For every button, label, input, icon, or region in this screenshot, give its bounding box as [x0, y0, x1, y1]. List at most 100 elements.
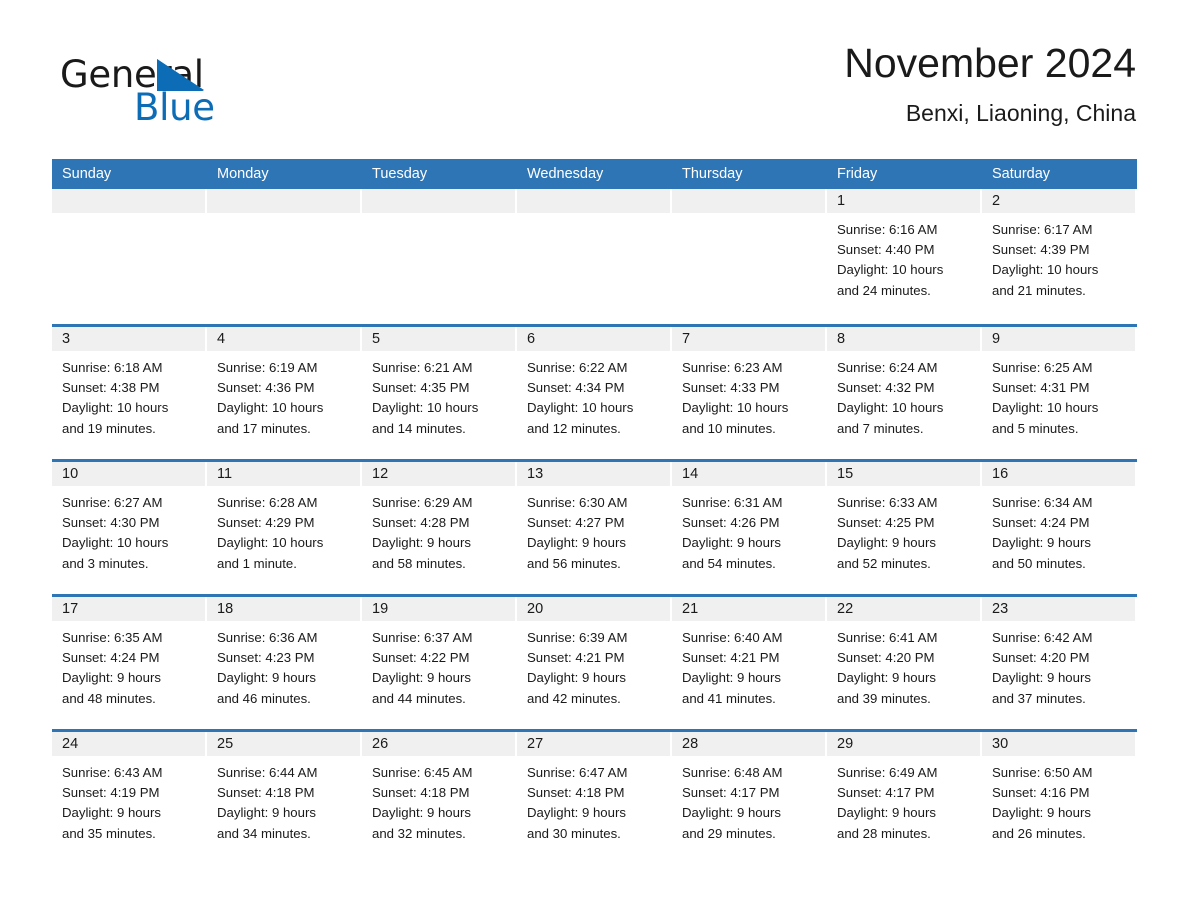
day-details: Sunrise: 6:23 AM Sunset: 4:33 PM Daylight:…: [672, 351, 827, 439]
sunset-text: Sunset: 4:18 PM: [217, 785, 315, 801]
calendar-day-cell[interactable]: 26 Sunrise: 6:45 AM Sunset: 4:18 PM Dayligh…: [362, 732, 517, 864]
daylight-text-line2: and 35 minutes.: [62, 825, 156, 841]
calendar-day-cell[interactable]: 18 Sunrise: 6:36 AM Sunset: 4:23 PM Dayligh…: [207, 597, 362, 729]
calendar-day-cell[interactable]: 21 Sunrise: 6:40 AM Sunset: 4:21 PM Dayligh…: [672, 597, 827, 729]
day-details: Sunrise: 6:30 AM Sunset: 4:27 PM Daylight:…: [517, 486, 672, 574]
calendar-day-cell[interactable]: 14 Sunrise: 6:31 AM Sunset: 4:26 PM Dayligh…: [672, 462, 827, 594]
calendar-day-cell[interactable]: 11 Sunrise: 6:28 AM Sunset: 4:29 PM Dayligh…: [207, 462, 362, 594]
day-number: 9: [992, 331, 1001, 347]
daylight-text-line2: and 24 minutes.: [837, 282, 931, 298]
calendar-day-cell[interactable]: 1 Sunrise: 6:16 AM Sunset: 4:40 PM Daylight…: [827, 189, 982, 324]
day-number-band: 12: [362, 462, 515, 486]
weekday-header-thursday: Thursday: [682, 166, 743, 182]
calendar-day-cell[interactable]: 6 Sunrise: 6:22 AM Sunset: 4:34 PM Daylight…: [517, 327, 672, 459]
sunset-text: Sunset: 4:16 PM: [992, 785, 1090, 801]
calendar-day-cell[interactable]: 13 Sunrise: 6:30 AM Sunset: 4:27 PM Dayligh…: [517, 462, 672, 594]
daylight-text-line1: Daylight: 9 hours: [837, 670, 936, 686]
sunrise-text: Sunrise: 6:39 AM: [527, 630, 628, 645]
day-details: Sunrise: 6:19 AM Sunset: 4:36 PM Daylight:…: [207, 351, 362, 439]
sunset-text: Sunset: 4:24 PM: [992, 515, 1090, 531]
calendar-day-cell[interactable]: 19 Sunrise: 6:37 AM Sunset: 4:22 PM Dayligh…: [362, 597, 517, 729]
day-details: Sunrise: 6:34 AM Sunset: 4:24 PM Daylight:…: [982, 486, 1137, 574]
sunrise-text: Sunrise: 6:17 AM: [992, 222, 1093, 237]
sunrise-text: Sunrise: 6:19 AM: [217, 360, 318, 375]
calendar-day-cell[interactable]: 27 Sunrise: 6:47 AM Sunset: 4:18 PM Dayligh…: [517, 732, 672, 864]
sunrise-text: Sunrise: 6:22 AM: [527, 360, 628, 375]
daylight-text-line1: Daylight: 10 hours: [837, 262, 944, 278]
calendar-day-cell[interactable]: 3 Sunrise: 6:18 AM Sunset: 4:38 PM Daylight…: [52, 327, 207, 459]
calendar-day-cell[interactable]: 24 Sunrise: 6:43 AM Sunset: 4:19 PM Dayligh…: [52, 732, 207, 864]
sunset-text: Sunset: 4:24 PM: [62, 650, 160, 666]
calendar-day-cell[interactable]: 8 Sunrise: 6:24 AM Sunset: 4:32 PM Daylight…: [827, 327, 982, 459]
day-details: Sunrise: 6:37 AM Sunset: 4:22 PM Daylight:…: [362, 621, 517, 709]
calendar-day-cell[interactable]: 12 Sunrise: 6:29 AM Sunset: 4:28 PM Dayligh…: [362, 462, 517, 594]
calendar-day-cell[interactable]: 10 Sunrise: 6:27 AM Sunset: 4:30 PM Dayligh…: [52, 462, 207, 594]
day-number-band: 26: [362, 732, 515, 756]
day-details: Sunrise: 6:27 AM Sunset: 4:30 PM Daylight:…: [52, 486, 207, 574]
day-number-band: 17: [52, 597, 205, 621]
day-number-band: 18: [207, 597, 360, 621]
title-block: November 2024 Benxi, Liaoning, China: [844, 38, 1136, 127]
calendar-day-cell[interactable]: 5 Sunrise: 6:21 AM Sunset: 4:35 PM Daylight…: [362, 327, 517, 459]
sunrise-text: Sunrise: 6:33 AM: [837, 495, 938, 510]
calendar-day-cell[interactable]: 22 Sunrise: 6:41 AM Sunset: 4:20 PM Dayligh…: [827, 597, 982, 729]
day-number-band: 9: [982, 327, 1135, 351]
sunrise-text: Sunrise: 6:48 AM: [682, 765, 783, 780]
day-details: Sunrise: 6:49 AM Sunset: 4:17 PM Daylight:…: [827, 756, 982, 844]
day-number-band: 2: [982, 189, 1135, 213]
calendar-grid: Sunday Monday Tuesday Wednesday Thursday…: [52, 159, 1137, 864]
calendar-day-cell[interactable]: 28 Sunrise: 6:48 AM Sunset: 4:17 PM Dayligh…: [672, 732, 827, 864]
day-number: 28: [682, 736, 699, 752]
daylight-text-line1: Daylight: 9 hours: [217, 805, 316, 821]
weekday-header-sunday: Sunday: [62, 166, 112, 182]
calendar-day-cell[interactable]: 15 Sunrise: 6:33 AM Sunset: 4:25 PM Dayligh…: [827, 462, 982, 594]
daylight-text-line2: and 12 minutes.: [527, 420, 621, 436]
calendar-day-cell[interactable]: 20 Sunrise: 6:39 AM Sunset: 4:21 PM Dayligh…: [517, 597, 672, 729]
daylight-text-line2: and 21 minutes.: [992, 282, 1086, 298]
daylight-text-line2: and 34 minutes.: [217, 825, 311, 841]
day-number-band: 3: [52, 327, 205, 351]
day-number: 6: [527, 331, 536, 347]
sunset-text: Sunset: 4:21 PM: [527, 650, 625, 666]
day-number-band: 21: [672, 597, 825, 621]
calendar-day-cell[interactable]: 4 Sunrise: 6:19 AM Sunset: 4:36 PM Daylight…: [207, 327, 362, 459]
day-number-band: [517, 189, 670, 213]
calendar-day-cell-empty: [362, 189, 517, 324]
daylight-text-line2: and 10 minutes.: [682, 420, 776, 436]
calendar-day-cell[interactable]: 30 Sunrise: 6:50 AM Sunset: 4:16 PM Dayligh…: [982, 732, 1137, 864]
day-number: 1: [837, 193, 846, 209]
day-details: Sunrise: 6:47 AM Sunset: 4:18 PM Daylight:…: [517, 756, 672, 844]
day-number-band: 30: [982, 732, 1135, 756]
day-number-band: 1: [827, 189, 980, 213]
sunset-text: Sunset: 4:18 PM: [527, 785, 625, 801]
daylight-text-line1: Daylight: 10 hours: [527, 400, 634, 416]
daylight-text-line2: and 30 minutes.: [527, 825, 621, 841]
weekday-header-tuesday: Tuesday: [372, 166, 428, 182]
calendar-day-cell[interactable]: 17 Sunrise: 6:35 AM Sunset: 4:24 PM Dayligh…: [52, 597, 207, 729]
daylight-text-line1: Daylight: 9 hours: [837, 805, 936, 821]
daylight-text-line1: Daylight: 9 hours: [527, 805, 626, 821]
day-number-band: 25: [207, 732, 360, 756]
daylight-text-line1: Daylight: 10 hours: [372, 400, 479, 416]
day-number: 7: [682, 331, 691, 347]
day-number-band: 7: [672, 327, 825, 351]
daylight-text-line2: and 42 minutes.: [527, 690, 621, 706]
sunset-text: Sunset: 4:22 PM: [372, 650, 470, 666]
day-number-band: [52, 189, 205, 213]
daylight-text-line2: and 1 minute.: [217, 555, 297, 571]
calendar-day-cell[interactable]: 29 Sunrise: 6:49 AM Sunset: 4:17 PM Dayligh…: [827, 732, 982, 864]
calendar-day-cell[interactable]: 9 Sunrise: 6:25 AM Sunset: 4:31 PM Daylight…: [982, 327, 1137, 459]
calendar-day-cell[interactable]: 2 Sunrise: 6:17 AM Sunset: 4:39 PM Daylight…: [982, 189, 1137, 324]
calendar-day-cell[interactable]: 16 Sunrise: 6:34 AM Sunset: 4:24 PM Dayligh…: [982, 462, 1137, 594]
day-details: Sunrise: 6:24 AM Sunset: 4:32 PM Daylight:…: [827, 351, 982, 439]
calendar-day-cell[interactable]: 25 Sunrise: 6:44 AM Sunset: 4:18 PM Dayligh…: [207, 732, 362, 864]
day-number: 12: [372, 466, 389, 482]
sunset-text: Sunset: 4:30 PM: [62, 515, 160, 531]
daylight-text-line2: and 26 minutes.: [992, 825, 1086, 841]
calendar-day-cell[interactable]: 23 Sunrise: 6:42 AM Sunset: 4:20 PM Dayligh…: [982, 597, 1137, 729]
calendar-day-cell[interactable]: 7 Sunrise: 6:23 AM Sunset: 4:33 PM Daylight…: [672, 327, 827, 459]
brand-logo[interactable]: General Blue: [60, 54, 320, 138]
sunset-text: Sunset: 4:31 PM: [992, 380, 1090, 396]
sunset-text: Sunset: 4:23 PM: [217, 650, 315, 666]
daylight-text-line1: Daylight: 9 hours: [682, 535, 781, 551]
